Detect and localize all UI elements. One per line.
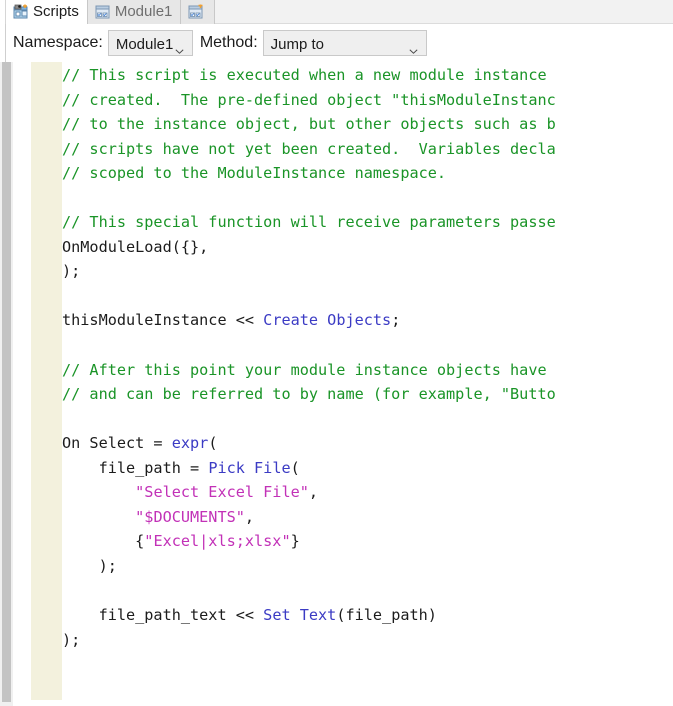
code-line: On Select = expr(	[62, 431, 673, 456]
tab-module-unnamed[interactable]	[181, 0, 216, 24]
module-window-icon	[187, 4, 204, 20]
code-line: // scoped to the ModuleInstance namespac…	[62, 161, 673, 186]
code-token: {	[62, 532, 145, 551]
chevron-down-icon	[409, 41, 418, 54]
code-lines[interactable]: // This script is executed when a new mo…	[62, 62, 673, 652]
code-line: );	[62, 628, 673, 653]
code-token: (	[290, 458, 300, 477]
tab-strip-filler	[215, 0, 673, 24]
code-token: );	[62, 630, 81, 649]
code-token: thisModuleInstance <<	[62, 311, 264, 330]
code-token: (file_path)	[336, 606, 437, 625]
tab-scripts-label: Scripts	[33, 2, 79, 20]
code-token: file_path_text <<	[62, 606, 264, 625]
code-token: OnModuleLoad({},	[62, 237, 209, 256]
code-line: // to the instance object, but other obj…	[62, 112, 673, 137]
editor-gutter[interactable]	[31, 62, 62, 700]
code-line: "Select Excel File",	[62, 480, 673, 505]
method-label: Method:	[199, 34, 258, 51]
code-token: ,	[308, 483, 319, 502]
code-token: );	[62, 262, 81, 281]
editor-toolbar: Namespace: Module1 Method: Jump to	[0, 24, 673, 62]
code-token: On Select =	[62, 434, 172, 453]
code-token: ,	[244, 507, 255, 526]
toolbar-left-edge	[0, 24, 6, 62]
method-dropdown[interactable]: Jump to	[262, 30, 427, 56]
scripts-window-icon	[12, 4, 29, 20]
code-line: file_path_text << Set Text(file_path)	[62, 603, 673, 628]
code-line: {"Excel|xls;xlsx"}	[62, 529, 673, 554]
tab-strip: Scripts Module1	[0, 0, 673, 24]
code-token: file_path =	[62, 458, 209, 477]
code-line: OnModuleLoad({},	[62, 235, 673, 260]
code-token: Set Text	[263, 606, 337, 625]
code-line: file_path = Pick File(	[62, 456, 673, 481]
namespace-dropdown[interactable]: Module1	[107, 30, 193, 56]
code-editor: // This script is executed when a new mo…	[0, 62, 673, 706]
code-token: "$DOCUMENTS"	[135, 507, 245, 526]
code-token: // created. The pre-defined object "this…	[62, 90, 556, 109]
code-token: "Select Excel File"	[135, 483, 309, 502]
code-line: // created. The pre-defined object "this…	[62, 88, 673, 113]
vertical-scrollbar[interactable]	[0, 62, 13, 706]
code-token: // scoped to the ModuleInstance namespac…	[62, 164, 447, 183]
code-token: Pick File	[208, 458, 291, 477]
code-token: // scripts have not yet been created. Va…	[62, 139, 556, 158]
code-token: (	[208, 434, 218, 453]
code-line: );	[62, 259, 673, 284]
code-token: "Excel|xls;xlsx"	[144, 532, 291, 551]
script-editor-window: Scripts Module1 Namespace: Module1 Metho…	[0, 0, 673, 706]
method-dropdown-value: Jump to	[270, 35, 324, 53]
tab-module1[interactable]: Module1	[87, 0, 182, 24]
code-token: }	[290, 532, 300, 551]
code-token: Create Objects	[263, 311, 392, 330]
code-line: // This special function will receive pa…	[62, 210, 673, 235]
tab-scripts[interactable]: Scripts	[6, 0, 88, 24]
tab-module1-label: Module1	[114, 2, 173, 20]
code-line: );	[62, 554, 673, 579]
editor-left-pad	[13, 62, 31, 706]
chevron-down-icon	[175, 41, 184, 54]
code-token: ;	[391, 311, 401, 330]
code-token: // After this point your module instance…	[62, 360, 556, 379]
code-line: // After this point your module instance…	[62, 358, 673, 383]
code-token: // This special function will receive pa…	[62, 213, 556, 232]
vertical-scrollbar-thumb[interactable]	[2, 62, 11, 702]
code-line: "$DOCUMENTS",	[62, 505, 673, 530]
code-token: // and can be referred to by name (for e…	[62, 385, 556, 404]
code-line: thisModuleInstance << Create Objects;	[62, 308, 673, 333]
code-line: // and can be referred to by name (for e…	[62, 382, 673, 407]
namespace-label: Namespace:	[13, 34, 103, 51]
code-token: expr	[171, 434, 209, 453]
code-line: // scripts have not yet been created. Va…	[62, 137, 673, 162]
module-window-icon	[94, 4, 111, 20]
code-token: // to the instance object, but other obj…	[62, 115, 556, 134]
code-line: // This script is executed when a new mo…	[62, 63, 673, 88]
code-text-area[interactable]: // This script is executed when a new mo…	[62, 62, 673, 706]
code-token: );	[62, 556, 117, 575]
code-token: // This script is executed when a new mo…	[62, 66, 556, 84]
